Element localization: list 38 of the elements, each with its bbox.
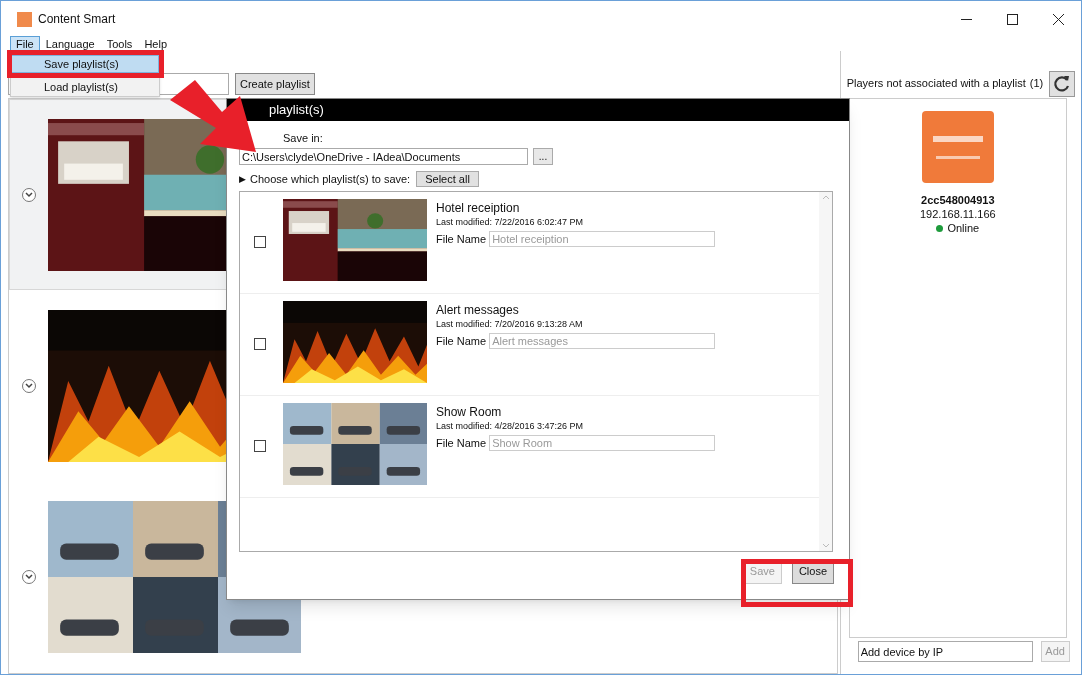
menu-item[interactable]: Help xyxy=(138,36,173,52)
playlist-name: Show Room xyxy=(436,403,503,420)
file-name-label: File Name xyxy=(436,435,487,451)
close-icon xyxy=(1052,13,1064,25)
panel-title: Players not associated with a playlist xyxy=(846,75,1026,91)
file-name-field[interactable]: Show Room xyxy=(489,434,716,451)
dialog-title: playlist(s) xyxy=(269,101,324,120)
expand-chevron-icon[interactable] xyxy=(22,378,36,393)
player-count: (1) xyxy=(1029,75,1044,91)
player-tile-icon[interactable] xyxy=(921,111,994,183)
player-ip: 192.168.11.166 xyxy=(920,207,996,221)
menu-item[interactable]: Language xyxy=(39,36,101,52)
expand-chevron-icon[interactable] xyxy=(22,187,36,202)
file-name-label: File Name xyxy=(436,231,487,247)
menu-entry[interactable]: Load playlist(s) xyxy=(11,78,159,96)
ip-input-field[interactable]: Add device by IP xyxy=(857,641,1033,662)
select-all-button[interactable]: Select all xyxy=(416,171,479,188)
refresh-button[interactable] xyxy=(1049,71,1075,97)
menu-item[interactable]: Tools xyxy=(100,36,139,52)
file-name-label: File Name xyxy=(436,333,487,349)
playlist-name: Hotel receiption xyxy=(436,199,521,216)
player-name: 2cc548004913 xyxy=(921,193,995,207)
create-playlist-button[interactable]: Create playlist xyxy=(235,73,315,95)
playlist-name: Alert messages xyxy=(436,301,520,318)
path-field[interactable]: C:\Users\clyde\OneDrive - IAdea\Documents xyxy=(239,148,528,165)
app-logo-icon xyxy=(17,11,32,27)
file-name-field[interactable]: Alert messages xyxy=(489,332,716,349)
last-modified-text: Last modified: 7/20/2016 9:13:28 AM xyxy=(436,317,584,331)
last-modified-text: Last modified: 4/28/2016 3:47:26 PM xyxy=(436,419,585,433)
maximize-icon xyxy=(1006,13,1018,25)
window-title: Content Smart xyxy=(38,11,116,28)
refresh-icon xyxy=(1053,75,1071,93)
last-modified-text: Last modified: 7/22/2016 6:02:47 PM xyxy=(436,215,585,229)
status-text: Online xyxy=(947,221,980,235)
file-name-field[interactable]: Hotel receiption xyxy=(489,230,716,247)
browse-button[interactable]: ... xyxy=(533,148,553,165)
expand-chevron-icon[interactable] xyxy=(22,569,36,584)
menu-entry[interactable]: Save playlist(s) xyxy=(11,55,159,73)
